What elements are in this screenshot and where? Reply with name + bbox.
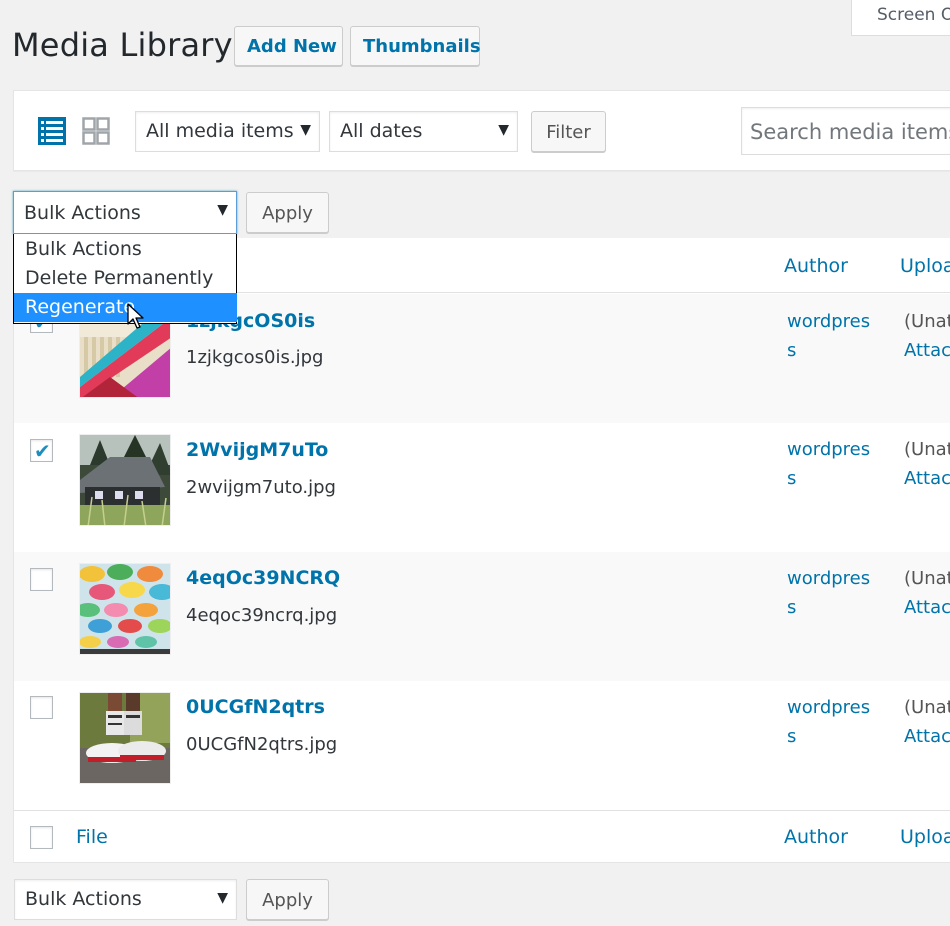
uploaded-to-cell: (Unattached) Attach	[904, 307, 950, 365]
dropdown-option-regenerate[interactable]: Regenerate	[14, 293, 237, 322]
page-title: Media Library	[12, 26, 233, 64]
media-title-link[interactable]: 2WvijgM7uTo	[186, 439, 328, 461]
dropdown-option-delete-permanently[interactable]: Delete Permanently	[14, 264, 237, 293]
date-select[interactable]: All dates ▼	[329, 111, 518, 152]
date-value: All dates	[340, 120, 423, 142]
column-header-author[interactable]: Author	[784, 826, 848, 848]
row-checkbox[interactable]	[30, 696, 53, 719]
attach-link[interactable]: Attach	[904, 336, 950, 365]
thumbnail-image[interactable]	[79, 563, 171, 655]
media-type-value: All media items	[146, 120, 294, 142]
add-new-button[interactable]: Add New	[234, 26, 343, 66]
column-header-author[interactable]: Author	[784, 255, 848, 277]
author-link[interactable]: wordpress	[787, 564, 877, 622]
chevron-down-icon: ▼	[498, 122, 509, 138]
apply-button-top[interactable]: Apply	[246, 192, 329, 233]
author-link[interactable]: wordpress	[787, 307, 877, 365]
filter-button[interactable]: Filter	[531, 111, 606, 152]
mouse-cursor-icon	[127, 303, 147, 331]
media-filename: 1zjkgcos0is.jpg	[186, 347, 324, 368]
attach-link[interactable]: Attach	[904, 722, 950, 751]
uploaded-to-cell: (Unattached) Attach	[904, 564, 950, 622]
media-title-link[interactable]: 4eqOc39NCRQ	[186, 567, 340, 589]
bulk-actions-value: Bulk Actions	[24, 202, 141, 224]
media-type-select[interactable]: All media items ▼	[135, 111, 320, 152]
author-link[interactable]: wordpress	[787, 693, 877, 751]
list-view-icon[interactable]	[38, 117, 66, 145]
media-filename: 2wvijgm7uto.jpg	[186, 477, 336, 498]
uploaded-to-cell: (Unattached) Attach	[904, 693, 950, 751]
chevron-down-icon: ▼	[300, 122, 311, 138]
attach-link[interactable]: Attach	[904, 464, 950, 493]
thumbnails-button[interactable]: Thumbnails	[350, 26, 481, 66]
unattached-label: (Unattached)	[904, 568, 950, 589]
media-title-link[interactable]: 0UCGfN2qtrs	[186, 696, 325, 718]
select-all-checkbox[interactable]	[30, 826, 53, 849]
chevron-down-icon: ▼	[217, 202, 228, 218]
thumbnail-image[interactable]	[79, 434, 171, 526]
bulk-actions-select-bottom[interactable]: Bulk Actions ▼	[14, 879, 237, 920]
attach-link[interactable]: Attach	[904, 593, 950, 622]
screen-options-button[interactable]: Screen Options	[851, 0, 950, 36]
row-checkbox[interactable]: ✔	[30, 439, 53, 463]
unattached-label: (Unattached)	[904, 439, 950, 460]
unattached-label: (Unattached)	[904, 697, 950, 718]
thumbnail-image[interactable]	[79, 692, 171, 784]
column-header-file[interactable]: File	[76, 826, 108, 848]
chevron-down-icon: ▼	[217, 890, 228, 906]
apply-button-bottom[interactable]: Apply	[246, 879, 329, 920]
bulk-actions-value: Bulk Actions	[25, 888, 142, 910]
row-checkbox[interactable]	[30, 568, 53, 591]
author-link[interactable]: wordpress	[787, 435, 877, 493]
bulk-actions-dropdown: Bulk Actions Delete Permanently Regenera…	[13, 234, 237, 324]
grid-view-icon[interactable]	[82, 117, 110, 145]
uploaded-to-cell: (Unattached) Attach	[904, 435, 950, 493]
media-filename: 4eqoc39ncrq.jpg	[186, 605, 338, 626]
unattached-label: (Unattached)	[904, 311, 950, 332]
dropdown-option-bulk-actions[interactable]: Bulk Actions	[14, 235, 237, 264]
column-header-uploaded-to[interactable]: Uploaded to	[900, 826, 950, 848]
column-header-uploaded-to[interactable]: Uploaded to	[900, 255, 950, 277]
media-filename: 0UCGfN2qtrs.jpg	[186, 734, 338, 755]
search-input[interactable]: Search media items...	[741, 107, 950, 155]
bulk-actions-select-top[interactable]: Bulk Actions ▼	[13, 191, 237, 234]
checkmark-icon: ✔	[34, 439, 51, 463]
